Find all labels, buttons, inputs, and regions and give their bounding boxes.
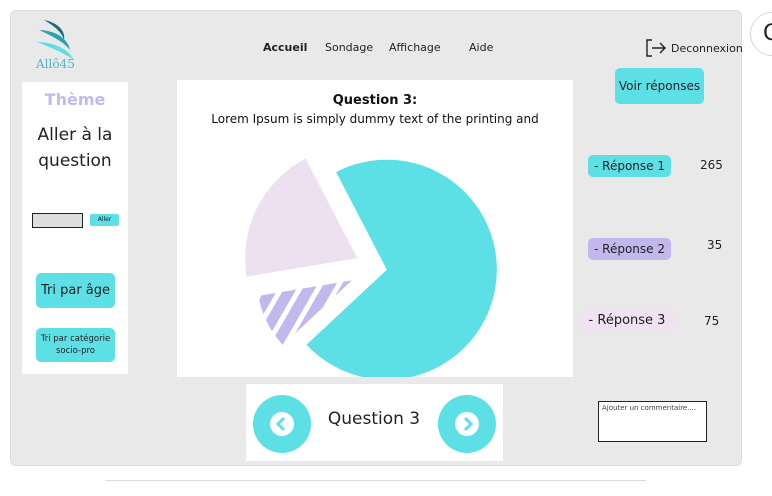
current-question-label: Question 3 [327, 409, 421, 429]
goto-question-label: Aller à la question [37, 125, 113, 171]
comment-field[interactable]: Ajouter un commentaire.... [598, 401, 707, 442]
sidebar: Thème Aller à la question Aller Tri par … [22, 82, 128, 374]
nav-item-aide[interactable]: Aide [469, 41, 493, 54]
chevron-right-icon [455, 412, 479, 436]
goto-button[interactable]: Aller [90, 214, 119, 226]
logo-text: Allô45 [36, 57, 75, 71]
results-pie-chart [245, 158, 497, 377]
answer-3-label[interactable]: - Réponse 3 [579, 310, 675, 332]
logout-icon [646, 39, 666, 57]
question-navigator: Question 3 [246, 384, 503, 461]
answer-1-label[interactable]: - Réponse 1 [588, 155, 671, 177]
next-question-button[interactable] [438, 395, 496, 453]
outer-round-button[interactable]: C [750, 12, 772, 56]
show-answers-button[interactable]: Voir réponses [615, 68, 704, 104]
answer-1-count: 265 [700, 158, 723, 172]
nav-item-accueil[interactable]: Accueil [263, 41, 307, 54]
question-number-input[interactable] [32, 213, 83, 228]
nav-item-sondage[interactable]: Sondage [325, 41, 373, 54]
question-panel: Question 3: Lorem Ipsum is simply dummy … [177, 80, 573, 377]
c-glyph-icon: C [763, 21, 772, 46]
sort-by-category-button[interactable]: Tri par catégorie socio-pro [36, 328, 115, 362]
answer-2-count: 35 [707, 238, 723, 252]
answer-2-label[interactable]: - Réponse 2 [588, 238, 671, 260]
answer-3-count: 75 [704, 314, 720, 328]
sort-by-age-button[interactable]: Tri par âge [36, 273, 115, 308]
bottom-strip [105, 480, 646, 490]
chevron-left-icon [270, 412, 294, 436]
pie-slice-1 [306, 159, 497, 377]
previous-question-button[interactable] [253, 395, 311, 453]
nav-item-affichage[interactable]: Affichage [389, 41, 441, 54]
logout-button[interactable]: Deconnexion [645, 38, 743, 58]
logout-label: Deconnexion [671, 41, 743, 55]
theme-title: Thème [44, 90, 106, 109]
